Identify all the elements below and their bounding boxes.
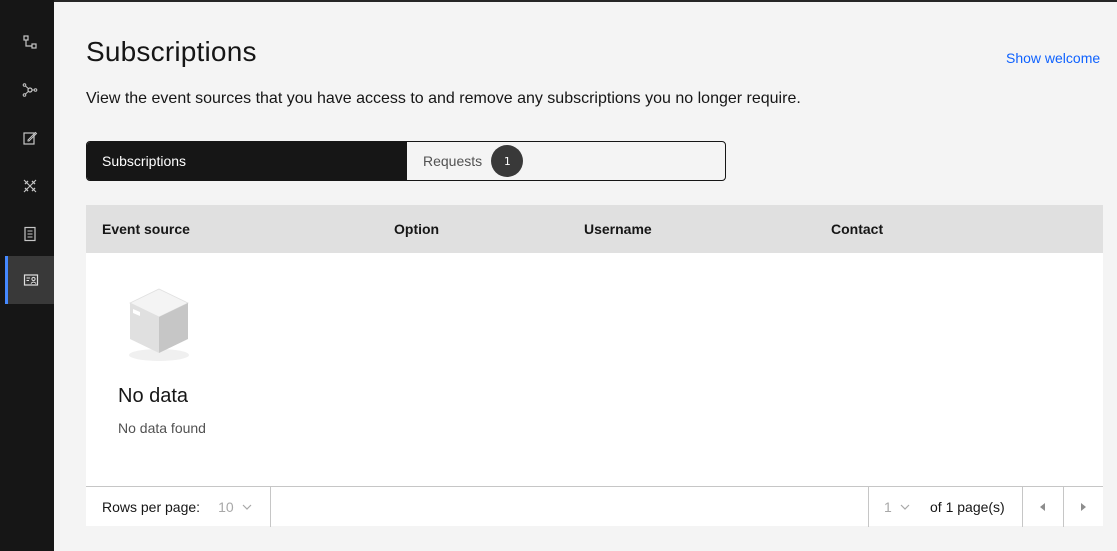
requests-count-badge: 1	[491, 145, 524, 177]
caret-left-icon	[1040, 503, 1045, 511]
tab-subscriptions-label: Subscriptions	[102, 153, 187, 169]
nav-item-edit[interactable]	[6, 114, 54, 162]
nav-item-subscriptions[interactable]	[5, 256, 54, 304]
tab-requests-label: Requests	[423, 153, 483, 169]
page-number-select[interactable]: 1	[884, 487, 910, 527]
previous-page-button[interactable]	[1023, 487, 1063, 527]
column-header-option: Option	[394, 221, 440, 237]
flow-icon	[23, 35, 37, 49]
column-header-event-source: Event source	[102, 221, 190, 237]
pagination-divider	[270, 487, 271, 527]
chevron-down-icon	[900, 504, 910, 510]
nav-item-flows[interactable]	[6, 18, 54, 66]
page-description: View the event sources that you have acc…	[86, 90, 801, 107]
tab-requests[interactable]: Requests 1	[406, 142, 725, 180]
pagination-bar: Rows per page: 10 1 of 1 page(s)	[86, 486, 1103, 527]
rows-per-page-label: Rows per page:	[102, 498, 201, 515]
rows-per-page-value: 10	[218, 498, 234, 515]
nav-item-topology[interactable]	[6, 66, 54, 114]
next-page-button[interactable]	[1063, 487, 1103, 527]
pagination-divider	[868, 487, 869, 527]
unlink-icon	[23, 179, 37, 193]
user-card-icon	[23, 274, 39, 286]
nav-item-catalog[interactable]	[6, 210, 54, 258]
nav-item-connections[interactable]	[6, 162, 54, 210]
chevron-down-icon	[242, 504, 252, 510]
column-header-contact: Contact	[831, 221, 884, 237]
page-number-value: 1	[884, 499, 892, 515]
empty-state-subtitle: No data found	[118, 420, 206, 436]
rows-per-page-select[interactable]: 10	[218, 499, 252, 515]
page-count-label: of 1 page(s)	[930, 499, 1005, 515]
empty-box-icon	[129, 288, 189, 361]
table-header: Event source Option Username Contact	[86, 205, 1103, 253]
main-content: Subscriptions Show welcome View the even…	[54, 2, 1117, 551]
caret-right-icon	[1081, 503, 1086, 511]
edit-icon	[23, 131, 38, 145]
tab-subscriptions[interactable]: Subscriptions	[87, 142, 406, 180]
subscriptions-table: Event source Option Username Contact No …	[86, 205, 1103, 527]
catalog-icon	[24, 226, 36, 242]
page-title: Subscriptions	[86, 36, 257, 67]
network-icon	[22, 83, 38, 97]
content-switcher: Subscriptions Requests 1	[86, 141, 726, 181]
side-nav-rail	[0, 0, 54, 551]
empty-state-title: No data	[118, 385, 189, 407]
show-welcome-link[interactable]: Show welcome	[1006, 50, 1100, 66]
column-header-username: Username	[584, 221, 652, 237]
